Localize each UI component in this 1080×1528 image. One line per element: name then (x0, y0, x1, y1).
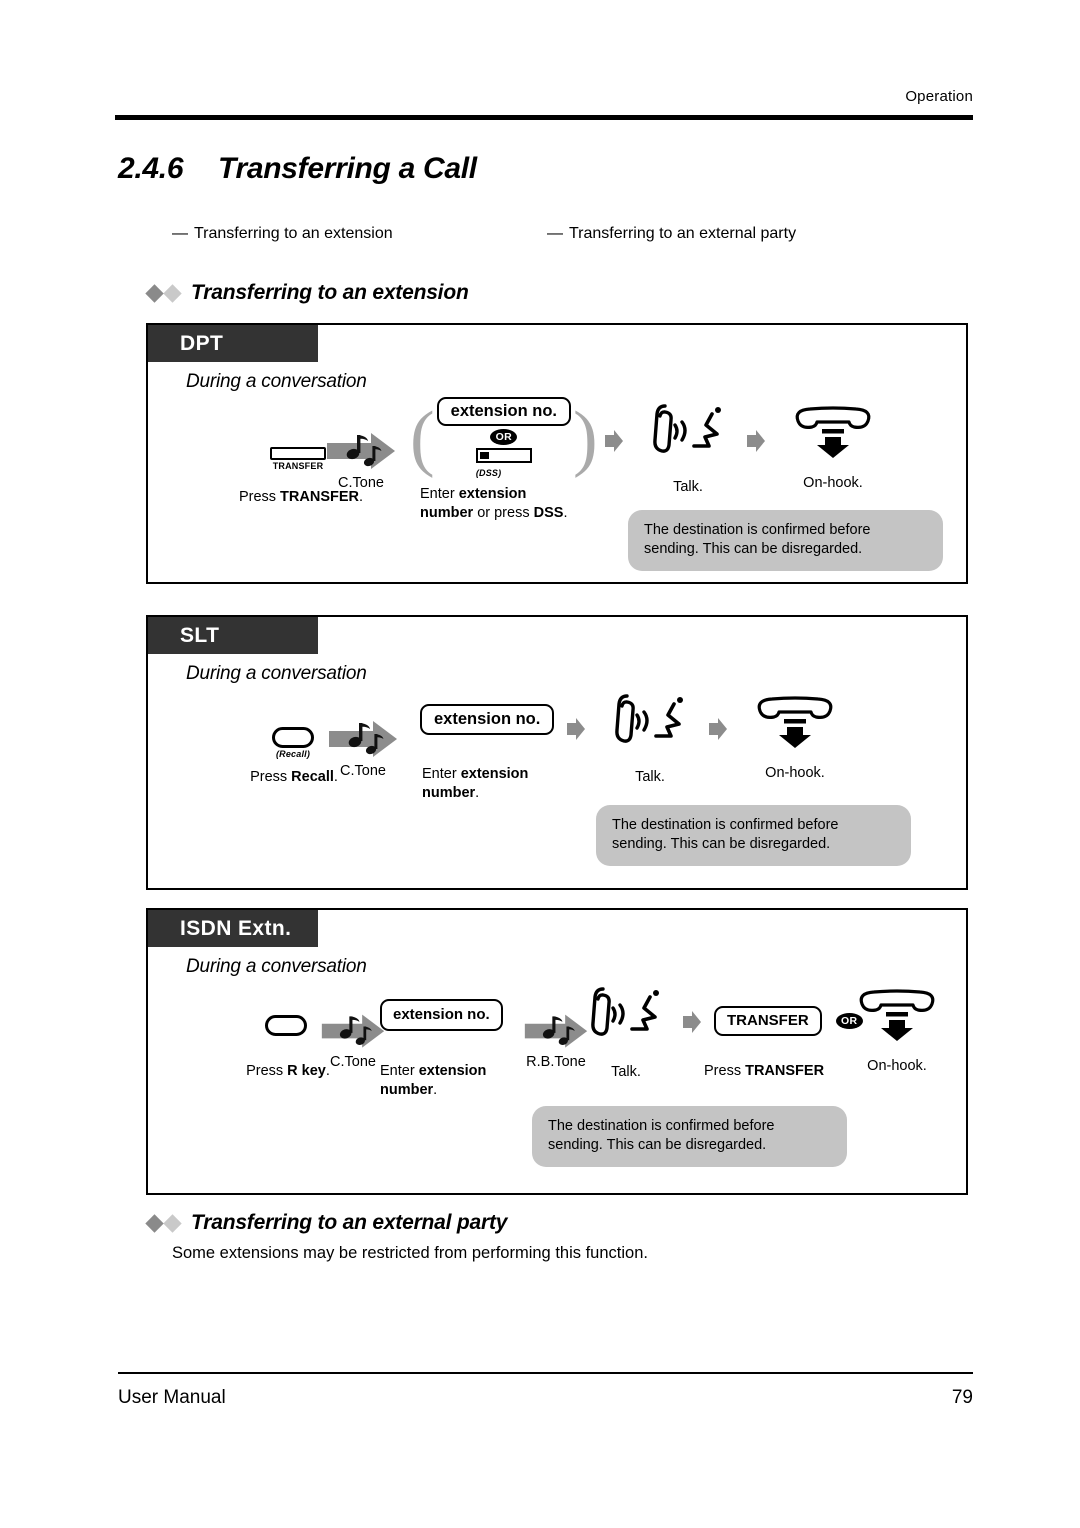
step-on-hook: On-hook. (842, 984, 952, 1074)
step-on-hook: On-hook. (740, 691, 850, 781)
talk-icon (580, 980, 672, 1042)
section-link-extension[interactable]: — Transferring to an extension (172, 225, 547, 243)
step-enter-extension[interactable]: extension no. (420, 704, 555, 735)
flow-arrow-icon (604, 429, 624, 453)
step-talk-caption: Talk. (673, 479, 703, 495)
note-bubble-isdn: The destination is confirmed before send… (532, 1106, 847, 1167)
header-rule (115, 115, 973, 120)
heading-transferring-to-external-party: Transferring to an external party (145, 1211, 508, 1235)
step-talk-caption: Talk. (635, 769, 665, 785)
panel-isdn-extn-subtitle: During a conversation (186, 956, 367, 977)
running-head-text: Operation (905, 88, 973, 105)
diamond-bullet-icon (145, 283, 182, 303)
step-c-tone: C.Tone (316, 417, 406, 491)
note-bubble-slt: The destination is confirmed before send… (596, 805, 911, 866)
panel-slt-tab: SLT (148, 617, 318, 654)
flow-arrow-icon (682, 1010, 702, 1034)
on-hook-icon (778, 401, 888, 459)
page-footer: User Manual 79 (118, 1372, 973, 1409)
step-on-hook-caption: On-hook. (803, 475, 863, 491)
footer-rule (118, 1372, 973, 1374)
extension-no-pill[interactable]: extension no. (436, 396, 572, 427)
section-link-list: — Transferring to an extension — Transferr… (172, 225, 972, 243)
right-paren-icon: ) (573, 397, 598, 480)
page-title-text: Transferring a Call (218, 152, 477, 185)
extension-no-pill[interactable]: extension no. (420, 704, 555, 735)
diamond-bullet-icon (145, 1213, 182, 1233)
panel-dpt: DPT During a conversation TRANSFER Press… (146, 323, 968, 584)
c-tone-arrow-icon (318, 705, 408, 761)
external-party-note: Some extensions may be restricted from p… (172, 1244, 648, 1262)
c-tone-label: C.Tone (340, 763, 386, 779)
left-paren-icon: ( (410, 397, 435, 480)
step-on-hook: On-hook. (778, 401, 888, 491)
page-title-number: 2.4.6 (118, 152, 184, 185)
step-enter-extension-or-dss[interactable]: ( extension no. OR (DSS) ) (410, 389, 598, 489)
talk-icon (604, 687, 696, 749)
step-talk-caption: Talk. (611, 1064, 641, 1080)
footer-manual-label: User Manual (118, 1387, 226, 1408)
step-enter-extension[interactable]: extension no. (380, 999, 503, 1031)
step-c-tone: C.Tone (318, 705, 408, 779)
panel-dpt-subtitle: During a conversation (186, 371, 367, 392)
step-enter-extension-or-dss-caption: Enter extension number or press DSS. (420, 486, 568, 521)
flow-arrow-icon (746, 429, 766, 453)
panel-slt-subtitle: During a conversation (186, 663, 367, 684)
section-link-external[interactable]: — Transferring to an external party (547, 225, 922, 243)
note-bubble-isdn-text: The destination is confirmed before send… (548, 1118, 775, 1153)
em-dash-icon: — (172, 225, 188, 242)
section-link-external-label: Transferring to an external party (569, 225, 797, 242)
heading-transferring-to-extension-label: Transferring to an extension (191, 281, 469, 304)
or-badge-icon: OR (490, 429, 518, 446)
note-bubble-dpt-text: The destination is confirmed before send… (644, 522, 871, 557)
c-tone-label: C.Tone (338, 475, 384, 491)
section-link-extension-label: Transferring to an extension (194, 225, 393, 242)
step-press-transfer[interactable]: TRANSFER OR (714, 1006, 863, 1036)
c-tone-arrow-icon (316, 417, 406, 473)
note-bubble-slt-text: The destination is confirmed before send… (612, 817, 839, 852)
step-talk: Talk. (642, 397, 734, 495)
footer-page-number: 79 (951, 1387, 973, 1408)
on-hook-icon (740, 691, 850, 749)
on-hook-icon (842, 984, 952, 1042)
dss-key-label: (DSS) (475, 468, 502, 479)
panel-isdn-extn: ISDN Extn. During a conversation Press R… (146, 908, 968, 1195)
flow-arrow-icon (708, 717, 728, 741)
transfer-pill-icon[interactable]: TRANSFER (714, 1006, 822, 1036)
step-talk: Talk. (604, 687, 696, 785)
panel-dpt-tab: DPT (148, 325, 318, 362)
page-title: 2.4.6 Transferring a Call (118, 152, 477, 186)
talk-icon (642, 397, 734, 459)
panel-slt: SLT During a conversation (Recall) Press… (146, 615, 968, 890)
extension-no-pill[interactable]: extension no. (380, 999, 503, 1031)
heading-transferring-to-external-party-label: Transferring to an external party (191, 1211, 508, 1234)
step-on-hook-caption: On-hook. (765, 765, 825, 781)
note-bubble-dpt: The destination is confirmed before send… (628, 510, 943, 571)
step-on-hook-caption: On-hook. (867, 1058, 927, 1074)
heading-transferring-to-extension: Transferring to an extension (145, 281, 469, 305)
flow-arrow-icon (566, 717, 586, 741)
panel-isdn-extn-tab: ISDN Extn. (148, 910, 318, 947)
em-dash-icon: — (547, 225, 563, 242)
dss-key-icon[interactable]: (DSS) (475, 448, 532, 481)
page-running-header: Operation (115, 88, 973, 120)
step-talk: Talk. (580, 980, 672, 1080)
recall-key-label: (Recall) (275, 749, 311, 759)
